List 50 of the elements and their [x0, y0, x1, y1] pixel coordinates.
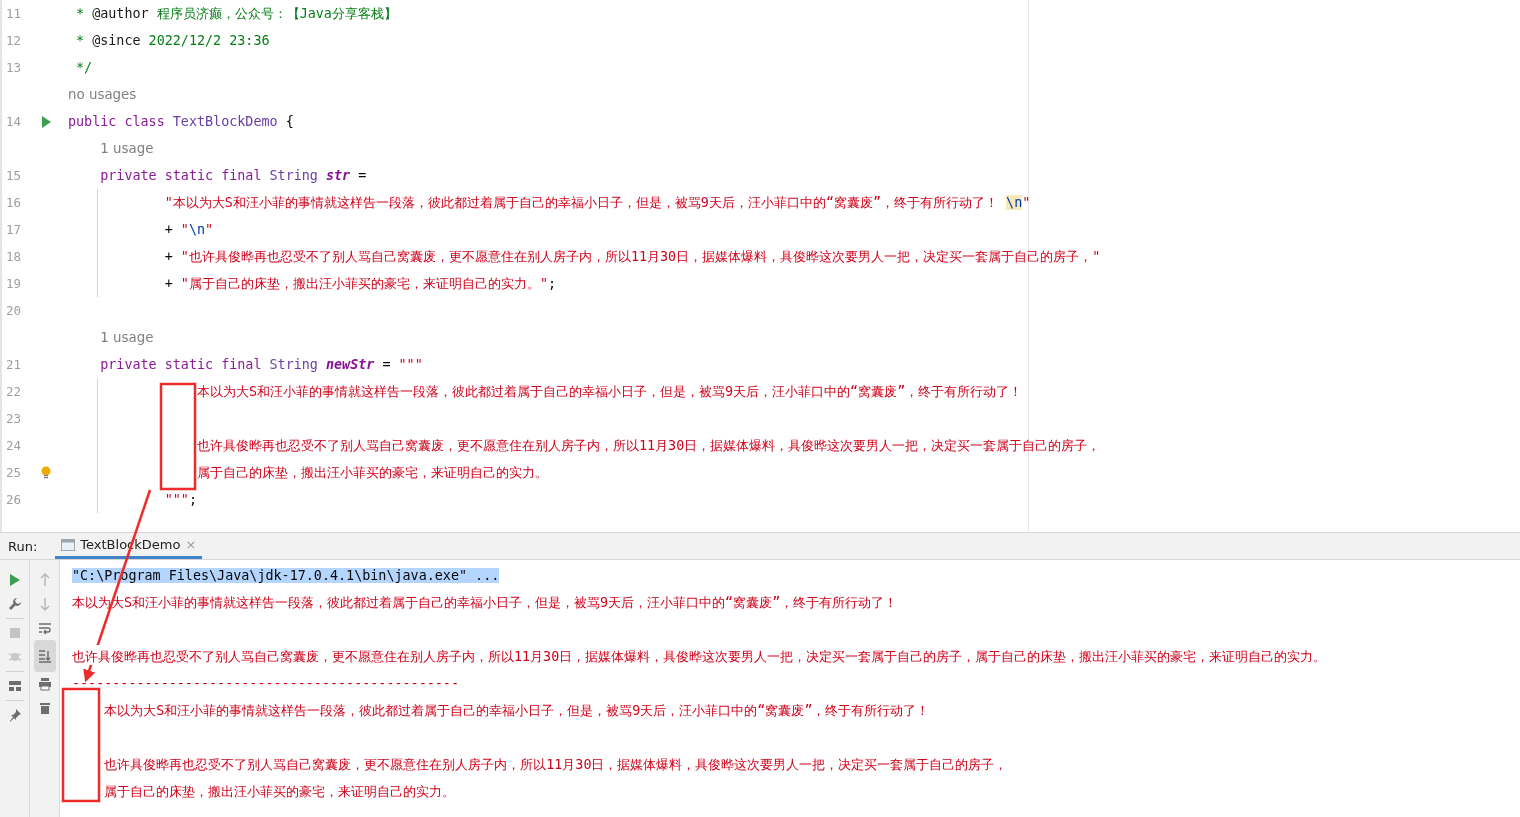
line-number: 11	[5, 6, 23, 21]
code-line: * @author 程序员济癫，公众号：【Java分享客栈】	[76, 4, 397, 23]
code-line: private static final String str =	[100, 168, 367, 183]
console-line: 属于自己的床垫，搬出汪小菲买的豪宅，来证明自己的实力。	[104, 782, 456, 801]
line-number: 12	[5, 33, 23, 48]
run-icon[interactable]	[41, 115, 51, 128]
code-line: 本以为大S和汪小菲的事情就这样告一段落，彼此都过着属于自己的幸福小日子，但是，被骂9天后，汪小菲口中的“窝囊废”，终于有所行动了！	[197, 382, 1023, 401]
wrench-icon[interactable]	[7, 597, 22, 611]
code-line: 也许具俊晔再也忍受不了别人骂自己窝囊废，更不愿意住在别人房子内，所以11月30日，据媒体爆料，具俊晔这次要男人一把，决定买一套属于自己的房子，	[197, 436, 1101, 455]
line-number: 15	[5, 168, 23, 183]
layout-icon[interactable]	[7, 679, 22, 693]
line-number: 24	[5, 438, 23, 453]
code-line: + "也许具俊晔再也忍受不了别人骂自己窝囊废，更不愿意住在别人房子内，所以11月30日，据媒体爆料，具俊晔这次要男人一把，决定买一套属于自己的房子，"	[164, 247, 1101, 266]
line-number: 20	[5, 303, 23, 318]
line-number: 17	[5, 222, 23, 237]
line-number: 13	[5, 60, 23, 75]
scroll-to-end-icon[interactable]	[37, 649, 52, 663]
code-line: + "\n"	[164, 222, 214, 237]
line-number: 22	[5, 384, 23, 399]
pin-icon[interactable]	[7, 708, 22, 722]
line-number: 14	[5, 114, 23, 129]
code-line: public class TextBlockDemo {	[68, 114, 294, 129]
trash-icon[interactable]	[37, 701, 52, 715]
usage-hint[interactable]: 1 usage	[100, 141, 154, 156]
code-line: */	[76, 60, 93, 75]
console-line: ------------------------------------------------	[72, 676, 459, 691]
line-number: 26	[5, 492, 23, 507]
panel-label: Run:	[7, 538, 39, 554]
code-line: 属于自己的床垫，搬出汪小菲买的豪宅，来证明自己的实力。	[197, 463, 548, 482]
line-number: 25	[5, 465, 23, 480]
line-number: 21	[5, 357, 23, 372]
lightbulb-icon[interactable]	[41, 465, 51, 480]
run-icon[interactable]	[7, 573, 22, 587]
line-number: 19	[5, 276, 23, 291]
console-line: 也许具俊晔再也忍受不了别人骂自己窝囊废，更不愿意住在别人房子内，所以11月30日，据媒体爆料，具俊晔这次要男人一把，决定买一套属于自己的房子，	[104, 755, 1008, 774]
console-line: 本以为大S和汪小菲的事情就这样告一段落，彼此都过着属于自己的幸福小日子，但是，被骂9天后，汪小菲口中的“窝囊废”，终于有所行动了！	[104, 701, 930, 720]
print-icon[interactable]	[37, 677, 52, 691]
line-number: 16	[5, 195, 23, 210]
code-line: * @since 2022/12/2 23:36	[76, 33, 270, 48]
line-number: 18	[5, 249, 23, 264]
console-icon	[61, 538, 76, 551]
usage-hint[interactable]: 1 usage	[100, 330, 154, 345]
console-line: 也许具俊晔再也忍受不了别人骂自己窝囊废，更不愿意住在别人房子内，所以11月30日，据媒体爆料，具俊晔这次要男人一把，决定买一套属于自己的房子，属于自己的床垫，搬出汪小菲买的豪宅，来证明自己的实力。	[72, 647, 1327, 666]
line-number: 23	[5, 411, 23, 426]
code-line: + "属于自己的床垫，搬出汪小菲买的豪宅，来证明自己的实力。";	[164, 274, 557, 293]
code-line: private static final String newStr = """	[100, 357, 423, 372]
code-line: "本以为大S和汪小菲的事情就这样告一段落，彼此都过着属于自己的幸福小日子，但是，被骂9天后，汪小菲口中的“窝囊废”，终于有所行动了！ \n"	[164, 193, 1031, 212]
usage-hint[interactable]: no usages	[68, 87, 137, 102]
soft-wrap-icon[interactable]	[37, 621, 52, 635]
code-line: """;	[164, 492, 197, 507]
